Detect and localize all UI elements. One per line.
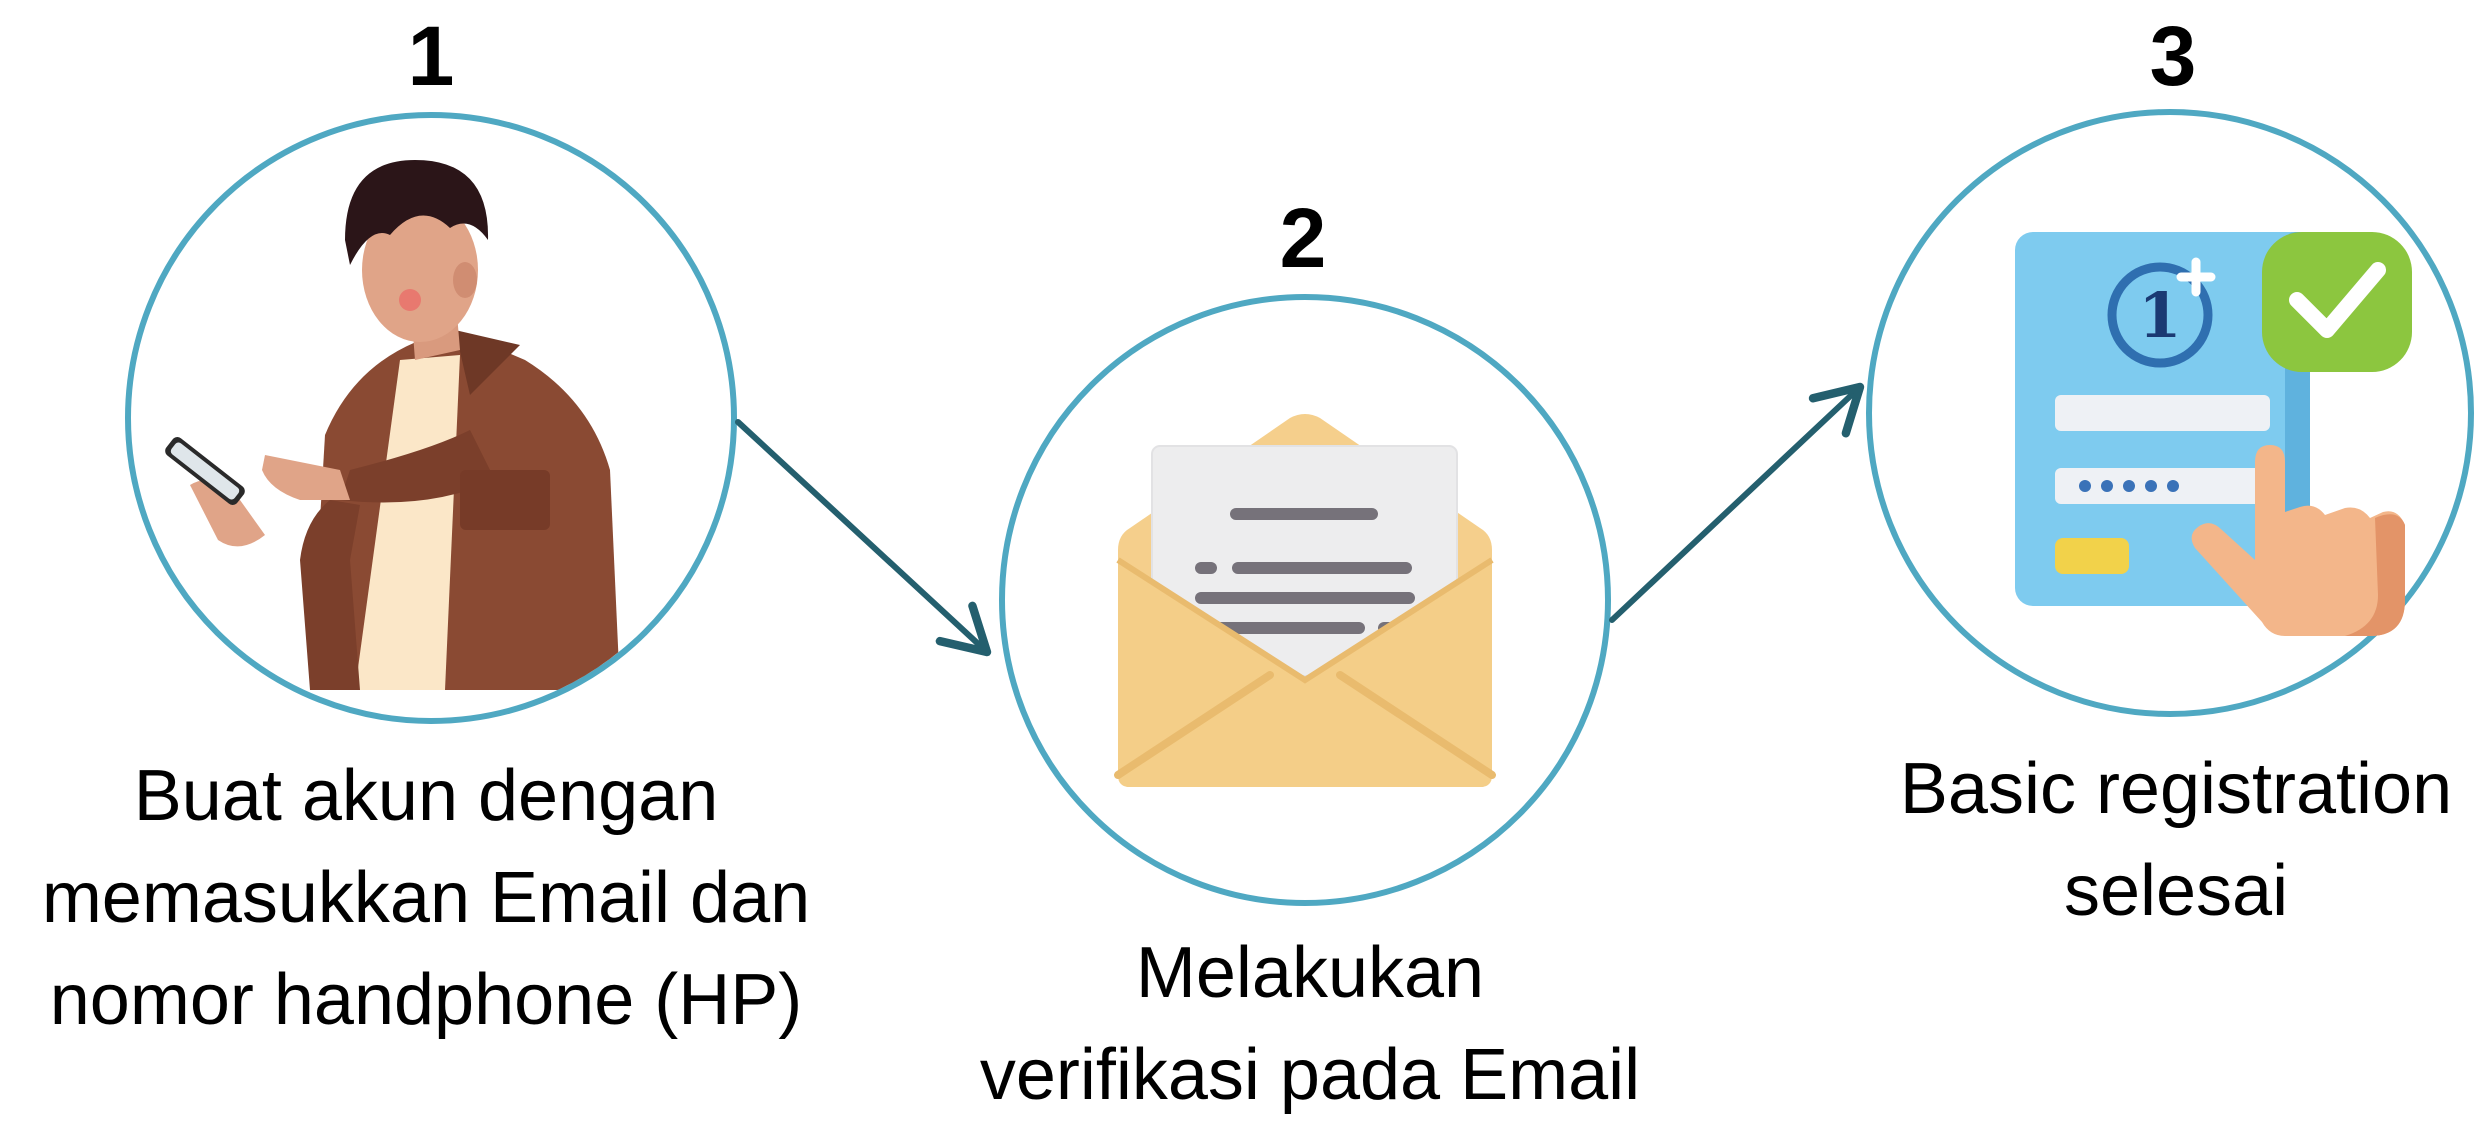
arrow-2-to-3 <box>1609 382 1865 623</box>
step-2-caption: Melakukan verifikasi pada Email <box>860 922 1760 1126</box>
step-1-caption-line: nomor handphone (HP) <box>49 960 803 1040</box>
step-1-number: 1 <box>407 9 455 103</box>
step-3-number: 3 <box>2149 9 2197 103</box>
step-3-caption-line: selesai <box>2063 851 2289 931</box>
step-1-caption-line: Buat akun dengan <box>133 756 719 836</box>
open-envelope-letter-icon <box>1114 414 1496 787</box>
svg-text:1: 1 <box>2138 279 2181 352</box>
step-3-caption-line: Basic registration <box>1899 749 2453 829</box>
person-with-phone-icon <box>165 160 620 690</box>
step-3-caption: Basic registration selesai <box>1726 738 2482 942</box>
step-2-caption-line: verifikasi pada Email <box>979 1035 1641 1115</box>
registration-form-check-icon: 1 <box>2015 232 2412 636</box>
step-1-caption-line: memasukkan Email dan <box>41 858 811 938</box>
step-1-caption: Buat akun dengan memasukkan Email dan no… <box>0 745 876 1051</box>
arrow-1-to-2 <box>735 419 992 657</box>
step-2-caption-line: Melakukan <box>1135 933 1485 1013</box>
step-2-number: 2 <box>1279 191 1327 285</box>
